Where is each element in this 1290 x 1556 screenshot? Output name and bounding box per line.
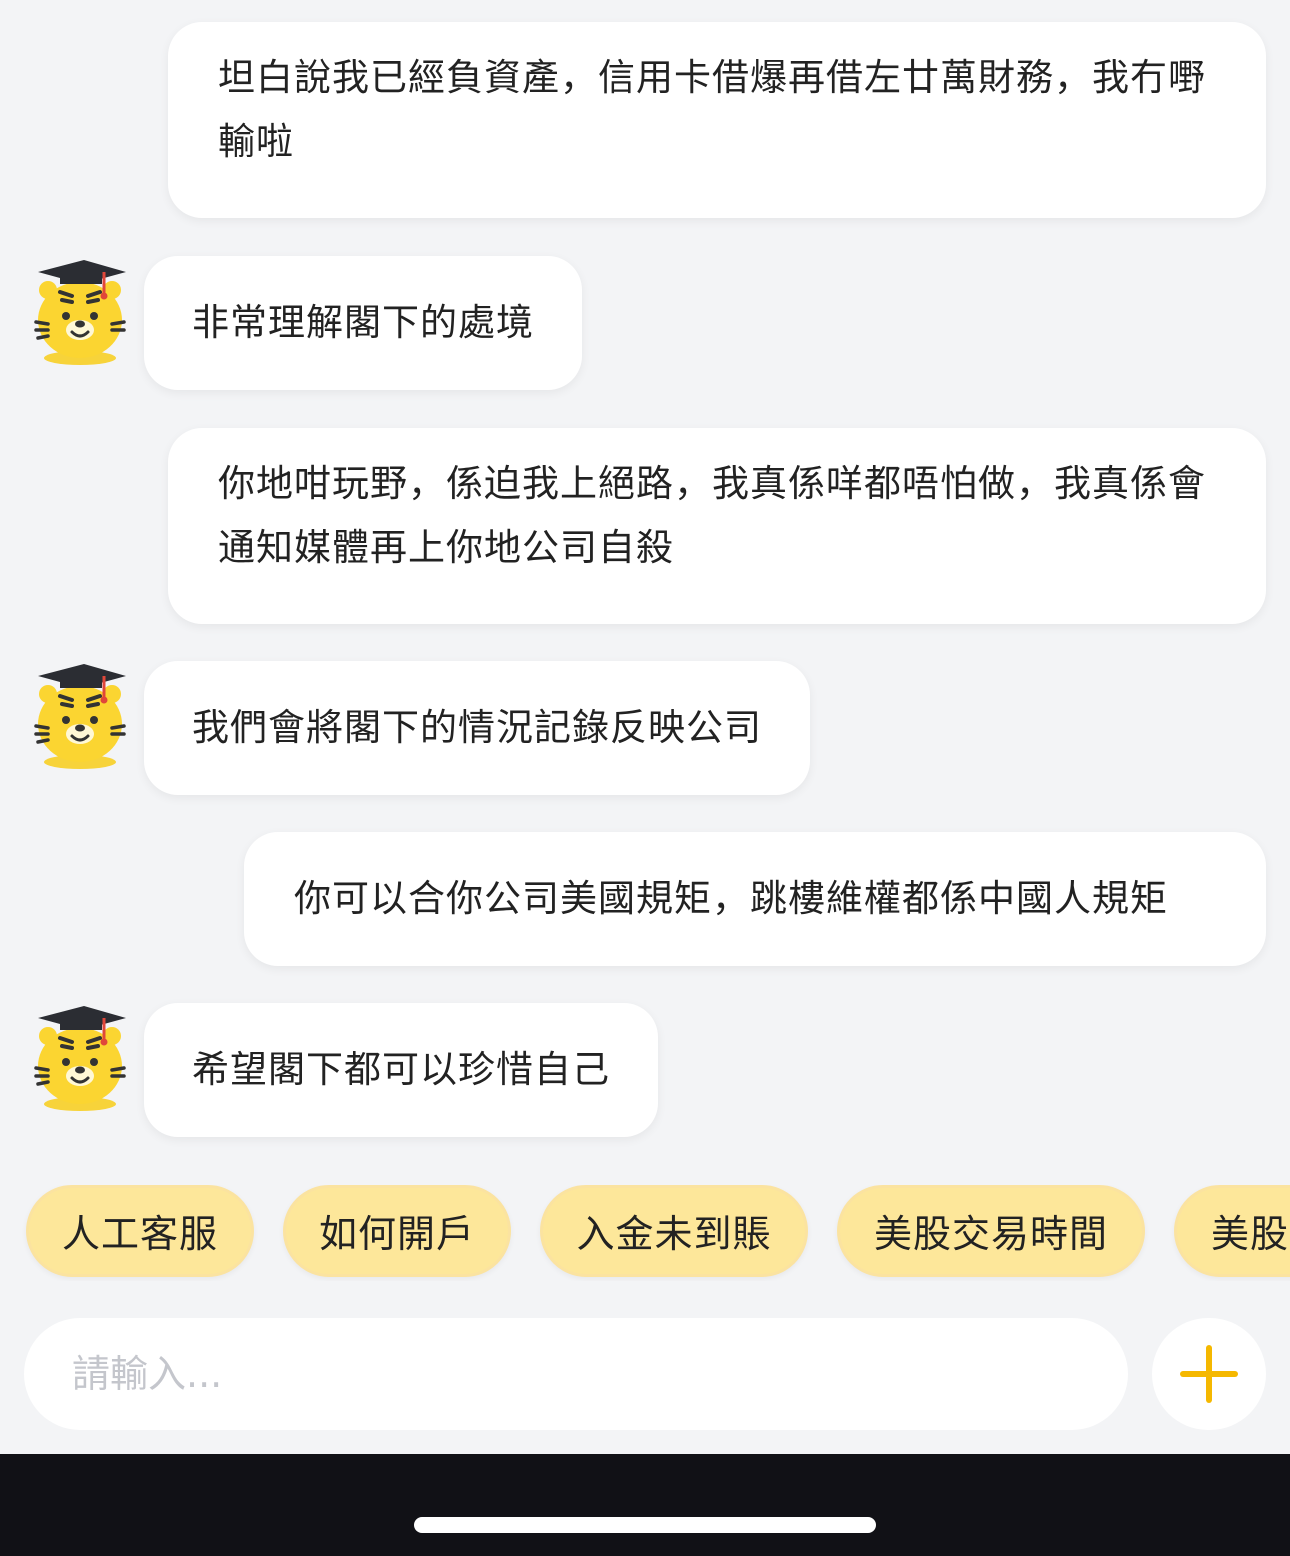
bot-avatar-icon (32, 1004, 128, 1114)
bot-avatar-icon (32, 258, 128, 368)
quick-reply-chip[interactable]: 如何開戶 (283, 1185, 511, 1277)
quick-reply-chip[interactable]: 美股交易時間 (837, 1185, 1145, 1277)
quick-reply-chip[interactable]: 入金未到賬 (540, 1185, 808, 1277)
quick-reply-chip[interactable]: 人工客服 (26, 1185, 254, 1277)
plus-icon (1180, 1345, 1238, 1403)
user-message: 你地咁玩野，係迫我上絕路，我真係咩都唔怕做，我真係會通知媒體再上你地公司自殺 (168, 428, 1266, 624)
plus-button[interactable] (1152, 1318, 1266, 1430)
quick-replies-bar[interactable]: 人工客服 如何開戶 入金未到賬 美股交易時間 美股 (0, 1185, 1290, 1281)
system-bottom-bar (0, 1454, 1290, 1556)
user-message: 坦白說我已經負資產，信用卡借爆再借左廿萬財務，我冇嘢輸啦 (168, 22, 1266, 218)
chat-area: 坦白說我已經負資產，信用卡借爆再借左廿萬財務，我冇嘢輸啦 非常理解閣下的處境 你… (0, 0, 1290, 1180)
bot-avatar-icon (32, 662, 128, 772)
bot-message: 希望閣下都可以珍惜自己 (144, 1003, 658, 1137)
home-indicator[interactable] (414, 1517, 876, 1533)
quick-reply-chip[interactable]: 美股 (1174, 1185, 1290, 1277)
user-message: 你可以合你公司美國規矩，跳樓維權都係中國人規矩 (244, 832, 1266, 966)
bot-message: 我們會將閣下的情況記錄反映公司 (144, 661, 810, 795)
bot-message: 非常理解閣下的處境 (144, 256, 582, 390)
message-input[interactable]: 請輸入... (24, 1318, 1128, 1430)
